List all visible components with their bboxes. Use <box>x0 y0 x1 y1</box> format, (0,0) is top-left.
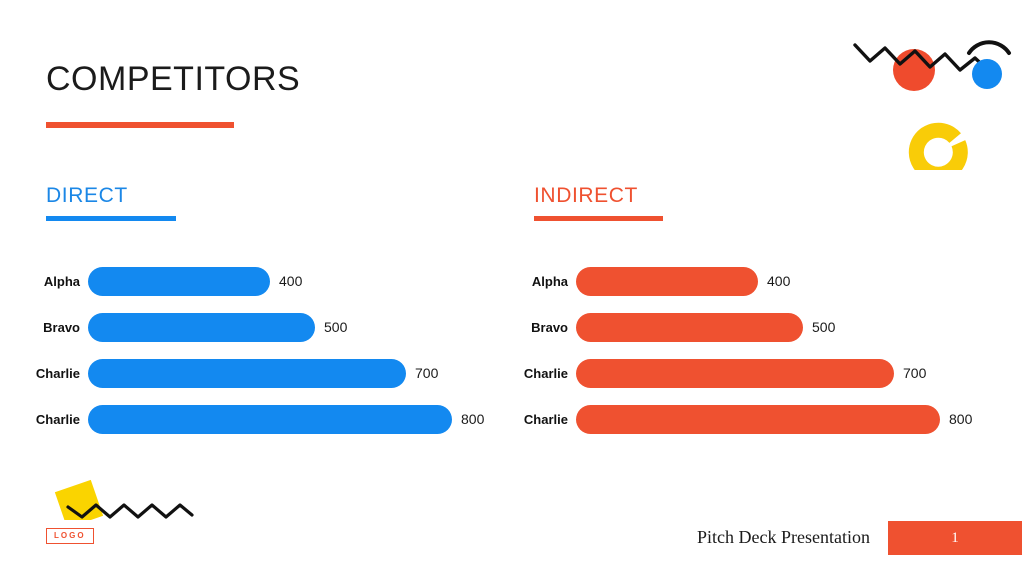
bar-row: Charlie 800 <box>0 396 484 442</box>
bar-fill <box>576 404 940 434</box>
yellow-c-ring-icon <box>908 122 968 170</box>
bar-row: Bravo 500 <box>0 304 484 350</box>
blue-circle-icon <box>972 59 1002 89</box>
bar-label: Charlie <box>35 411 80 427</box>
page-number-box: 1 <box>888 521 1022 555</box>
bar-fill <box>88 312 315 342</box>
bar-row: Charlie 800 <box>488 396 972 442</box>
chart-direct: Alpha 400 Bravo 500 Charlie 700 Charlie <box>0 258 484 442</box>
bar-track: 800 <box>576 404 973 434</box>
bar-track: 800 <box>88 404 485 434</box>
bar-value: 500 <box>812 319 836 335</box>
bar-row: Bravo 500 <box>488 304 972 350</box>
bar-value: 700 <box>415 365 439 381</box>
bar-value: 400 <box>279 273 303 289</box>
bar-value: 400 <box>767 273 791 289</box>
decoration-top-right <box>853 40 1011 170</box>
bar-fill <box>88 266 270 296</box>
bar-track: 400 <box>88 266 303 296</box>
title-underline <box>46 122 234 128</box>
page-title: COMPETITORS <box>46 60 301 98</box>
black-arc-icon <box>967 40 1011 55</box>
bar-value: 500 <box>324 319 348 335</box>
bar-value: 700 <box>903 365 927 381</box>
bar-value: 800 <box>461 411 485 427</box>
bar-label: Charlie <box>35 365 80 381</box>
bar-label: Charlie <box>523 411 568 427</box>
section-heading-indirect: INDIRECT <box>534 184 638 207</box>
bar-track: 500 <box>88 312 348 342</box>
bar-value: 800 <box>949 411 973 427</box>
bar-fill <box>576 358 894 388</box>
bar-label: Bravo <box>43 319 80 335</box>
slide-canvas: COMPETITORS DIRECT INDIRECT Alpha 400 Br… <box>0 0 1022 575</box>
bar-row: Charlie 700 <box>488 350 972 396</box>
decoration-bottom-left <box>54 479 194 520</box>
chart-indirect: Alpha 400 Bravo 500 Charlie 700 Charlie <box>488 258 972 442</box>
page-number: 1 <box>951 529 959 546</box>
bar-label: Bravo <box>531 319 568 335</box>
bar-fill <box>576 266 758 296</box>
section-underline-direct <box>46 216 176 221</box>
bar-row: Charlie 700 <box>0 350 484 396</box>
section-heading-direct: DIRECT <box>46 184 128 207</box>
bar-label: Alpha <box>43 273 80 289</box>
bar-fill <box>88 404 452 434</box>
bar-track: 700 <box>88 358 439 388</box>
bar-label: Charlie <box>523 365 568 381</box>
bar-track: 700 <box>576 358 927 388</box>
footer-title: Pitch Deck Presentation <box>697 527 870 547</box>
logo-badge[interactable]: LOGO <box>46 528 94 544</box>
bar-row: Alpha 400 <box>488 258 972 304</box>
bar-fill <box>88 358 406 388</box>
bar-fill <box>576 312 803 342</box>
bar-track: 500 <box>576 312 836 342</box>
bar-row: Alpha 400 <box>0 258 484 304</box>
bar-label: Alpha <box>531 273 568 289</box>
red-circle-icon <box>893 49 935 91</box>
bar-track: 400 <box>576 266 791 296</box>
section-underline-indirect <box>534 216 663 221</box>
